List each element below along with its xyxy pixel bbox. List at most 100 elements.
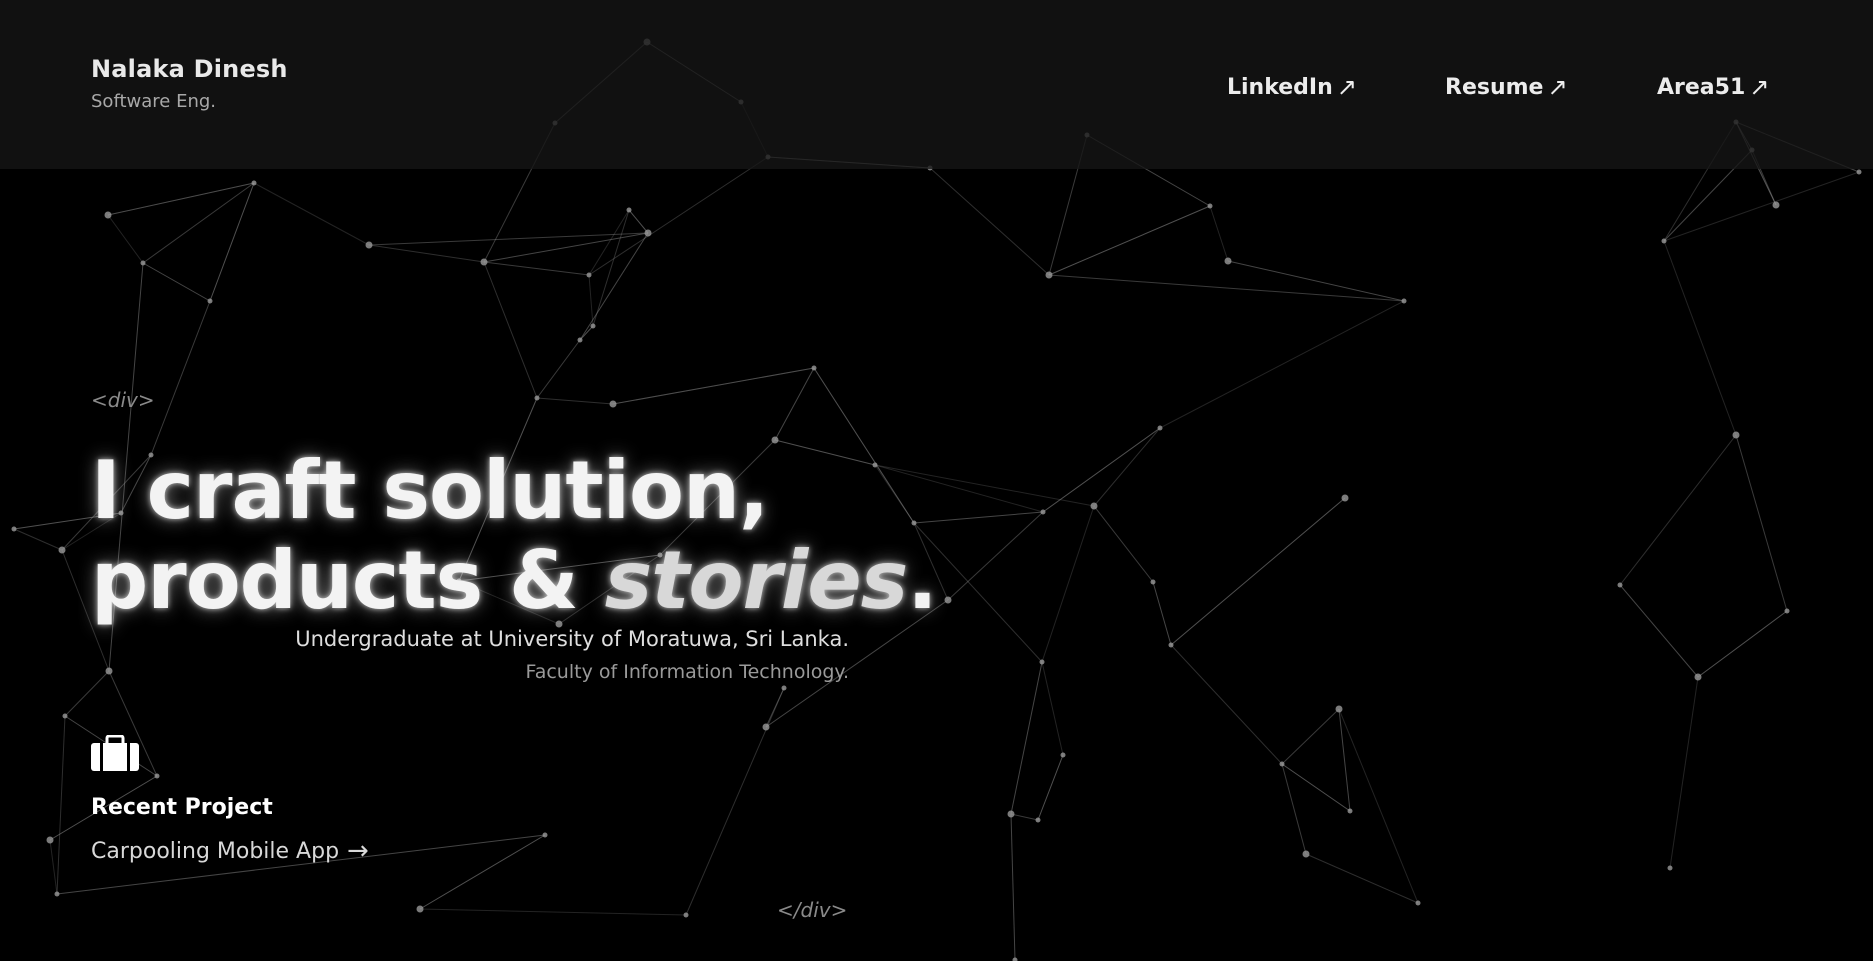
network-node — [1347, 808, 1353, 814]
open-div-tag: <div> — [91, 388, 155, 412]
network-node — [104, 211, 112, 219]
network-node — [154, 773, 160, 779]
brand[interactable]: Nalaka Dinesh Software Eng. — [91, 55, 288, 112]
network-edge — [1170, 497, 1346, 646]
page: Nalaka Dinesh Software Eng. LinkedIn ↗ R… — [0, 0, 1873, 961]
network-node — [1207, 203, 1213, 209]
network-node — [1694, 673, 1702, 681]
network-edge — [1048, 205, 1211, 276]
network-edge — [1663, 240, 1737, 436]
network-edge — [1041, 505, 1095, 663]
network-node — [590, 323, 596, 329]
network-node — [609, 400, 617, 408]
network-node — [251, 180, 257, 186]
network-edge — [142, 262, 211, 302]
network-edge — [419, 908, 687, 916]
brand-name: Nalaka Dinesh — [91, 55, 288, 83]
network-edge — [1010, 661, 1043, 815]
network-node — [480, 258, 488, 266]
network-edge — [1619, 584, 1699, 678]
external-arrow-icon: ↗ — [1336, 73, 1357, 101]
brand-role: Software Eng. — [91, 91, 216, 112]
hero-line-2-emphasis: stories — [604, 534, 909, 627]
network-edge — [483, 232, 649, 263]
recent-project-link[interactable]: Carpooling Mobile App → — [91, 836, 369, 866]
hero-line-2-prefix: products & — [91, 534, 605, 627]
network-edge — [419, 834, 546, 910]
network-edge — [947, 511, 1044, 601]
network-edge — [56, 715, 66, 895]
network-node — [1150, 579, 1156, 585]
network-node — [54, 891, 60, 897]
network-edge — [150, 300, 211, 456]
network-node — [1335, 705, 1343, 713]
network-node — [1045, 271, 1053, 279]
network-node — [1168, 642, 1174, 648]
network-edge — [1281, 708, 1340, 765]
network-node — [626, 207, 632, 213]
network-edge — [1159, 300, 1405, 429]
external-arrow-icon: ↗ — [1547, 73, 1568, 101]
network-edge — [685, 687, 785, 916]
network-node — [1224, 257, 1232, 265]
network-edge — [929, 167, 1050, 276]
network-node — [1007, 810, 1015, 818]
network-edge — [209, 182, 255, 302]
hero-faculty: Faculty of Information Technology. — [525, 661, 849, 683]
network-node — [1401, 298, 1407, 304]
network-edge — [1010, 813, 1039, 821]
network-edge — [483, 261, 590, 276]
network-edge — [612, 367, 815, 405]
network-node — [534, 395, 540, 401]
network-node — [1157, 425, 1163, 431]
network-edge — [368, 232, 649, 246]
network-node — [58, 546, 66, 554]
network-node — [1784, 608, 1790, 614]
network-node — [1302, 850, 1310, 858]
network-edge — [1619, 434, 1737, 586]
network-edge — [1735, 434, 1788, 612]
network-node — [1012, 957, 1018, 961]
network-edge — [1663, 171, 1860, 242]
network-node — [1040, 509, 1046, 515]
nav-link-resume[interactable]: Resume ↗ — [1445, 72, 1568, 102]
network-node — [762, 723, 770, 731]
network-node — [644, 229, 652, 237]
network-edge — [1037, 754, 1064, 821]
network-node — [1039, 659, 1045, 665]
network-node — [1732, 431, 1740, 439]
hero-line-2-suffix: . — [907, 534, 937, 627]
network-node — [577, 337, 583, 343]
nav-link-label: Area51 — [1657, 74, 1746, 100]
network-node — [944, 596, 952, 604]
network-edge — [49, 839, 58, 895]
network-edge — [1093, 505, 1154, 583]
network-edge — [1048, 274, 1405, 302]
network-edge — [107, 214, 144, 264]
network-node — [542, 832, 548, 838]
network-edge — [1041, 661, 1064, 756]
network-node — [62, 713, 68, 719]
network-edge — [579, 325, 594, 341]
network-edge — [536, 339, 581, 399]
network-edge — [1209, 205, 1229, 262]
network-node — [1341, 494, 1349, 502]
close-div-tag: </div> — [777, 898, 848, 922]
recent-project-link-label: Carpooling Mobile App — [91, 838, 340, 864]
network-edge — [1669, 676, 1699, 869]
network-node — [416, 905, 424, 913]
network-node — [811, 365, 817, 371]
hero-subtitle: Undergraduate at University of Moratuwa,… — [295, 627, 849, 651]
nav-link-linkedin[interactable]: LinkedIn ↗ — [1227, 72, 1357, 102]
network-node — [683, 912, 689, 918]
nav-link-label: LinkedIn — [1227, 74, 1333, 100]
header-bar: Nalaka Dinesh Software Eng. LinkedIn ↗ R… — [0, 0, 1873, 169]
network-edge — [1152, 581, 1172, 646]
hero-line-1: I craft solution, — [91, 444, 769, 537]
network-edge — [64, 670, 110, 717]
network-node — [1060, 752, 1066, 758]
arrow-right-icon: → — [347, 836, 369, 866]
nav-link-area51[interactable]: Area51 ↗ — [1657, 72, 1769, 102]
network-edge — [483, 261, 538, 399]
network-node — [11, 526, 17, 532]
